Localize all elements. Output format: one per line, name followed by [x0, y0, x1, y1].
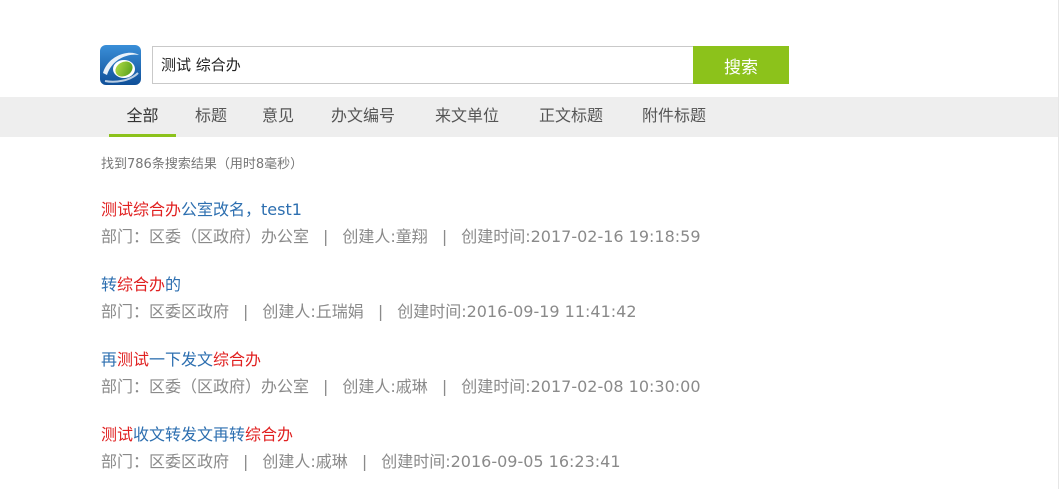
result-meta: 部门：区委（区政府）办公室 | 创建人:童翔 | 创建时间:2017-02-16 19:… — [101, 226, 701, 248]
title-highlight: 综合办 — [117, 275, 166, 294]
app-logo — [100, 45, 141, 85]
separator: | — [243, 302, 249, 321]
result-meta: 部门：区委（区政府）办公室 | 创建人:戚琳 | 创建时间:2017-02-08 10:… — [101, 376, 701, 398]
title-highlight: 综合办 — [213, 350, 262, 369]
tab-source-unit[interactable]: 来文单位 — [429, 97, 505, 137]
title-highlight: 测试 — [101, 425, 134, 444]
result-title-link[interactable]: 测试收文转发文再转综合办 — [101, 424, 621, 446]
separator: | — [377, 302, 384, 321]
title-text: 转 — [101, 275, 118, 294]
tab-all[interactable]: 全部 — [109, 97, 176, 137]
creator: 创建人:童翔 — [342, 227, 428, 246]
title-highlight: 综合办 — [245, 425, 294, 444]
separator: | — [323, 377, 329, 396]
created-time: 创建时间:2017-02-08 10:30:00 — [461, 377, 701, 396]
title-text: 公室改名，test1 — [181, 200, 302, 219]
result-title-link[interactable]: 测试综合办公室改名，test1 — [101, 199, 701, 221]
result-meta: 部门：区委区政府 | 创建人:丘瑞娟 | 创建时间:2016-09-19 11:41:4… — [101, 301, 637, 323]
creator: 创建人:戚琳 — [262, 452, 348, 471]
created-time: 创建时间:2017-02-16 19:18:59 — [461, 227, 701, 246]
created-time: 创建时间:2016-09-05 16:23:41 — [381, 452, 621, 471]
department: 部门：区委区政府 — [101, 452, 230, 471]
result-item: 转综合办的 部门：区委区政府 | 创建人:丘瑞娟 | 创建时间:2016-09-19 1… — [101, 274, 637, 323]
result-item: 测试收文转发文再转综合办 部门：区委区政府 | 创建人:戚琳 | 创建时间:2016-0… — [101, 424, 621, 473]
created-time: 创建时间:2016-09-19 11:41:42 — [397, 302, 637, 321]
creator: 创建人:戚琳 — [342, 377, 428, 396]
title-text: 的 — [165, 275, 182, 294]
creator: 创建人:丘瑞娟 — [262, 302, 364, 321]
search-input[interactable] — [161, 47, 661, 83]
result-title-link[interactable]: 再测试一下发文综合办 — [101, 349, 701, 371]
department: 部门：区委区政府 — [101, 302, 230, 321]
result-item: 再测试一下发文综合办 部门：区委（区政府）办公室 | 创建人:戚琳 | 创建时间:201… — [101, 349, 701, 398]
result-meta: 部门：区委区政府 | 创建人:戚琳 | 创建时间:2016-09-05 16:23:41 — [101, 451, 621, 473]
tab-title[interactable]: 标题 — [190, 97, 232, 137]
tab-body-title[interactable]: 正文标题 — [533, 97, 609, 137]
result-title-link[interactable]: 转综合办的 — [101, 274, 637, 296]
separator: | — [441, 377, 448, 396]
tab-bar: 全部 标题 意见 办文编号 来文单位 正文标题 附件标题 — [0, 97, 1058, 137]
separator: | — [323, 227, 329, 246]
tab-opinion[interactable]: 意见 — [257, 97, 299, 137]
title-text: 再 — [101, 350, 118, 369]
search-button[interactable]: 搜索 — [693, 46, 789, 84]
page-border — [1058, 0, 1059, 489]
department: 部门：区委（区政府）办公室 — [101, 227, 310, 246]
title-highlight: 测试 — [117, 350, 150, 369]
separator: | — [243, 452, 249, 471]
result-item: 测试综合办公室改名，test1 部门：区委（区政府）办公室 | 创建人:童翔 | 创建时… — [101, 199, 701, 248]
separator: | — [441, 227, 448, 246]
tab-doc-number[interactable]: 办文编号 — [325, 97, 401, 137]
search-field: × — [152, 46, 741, 84]
tab-attachment-title[interactable]: 附件标题 — [636, 97, 712, 137]
search-bar: × 搜索 — [100, 45, 800, 85]
title-highlight: 测试综合办 — [101, 200, 182, 219]
result-summary: 找到786条搜索结果（用时8毫秒） — [101, 157, 304, 172]
separator: | — [361, 452, 368, 471]
title-text: 收文转发文再转 — [133, 425, 246, 444]
title-text: 一下发文 — [149, 350, 214, 369]
department: 部门：区委（区政府）办公室 — [101, 377, 310, 396]
